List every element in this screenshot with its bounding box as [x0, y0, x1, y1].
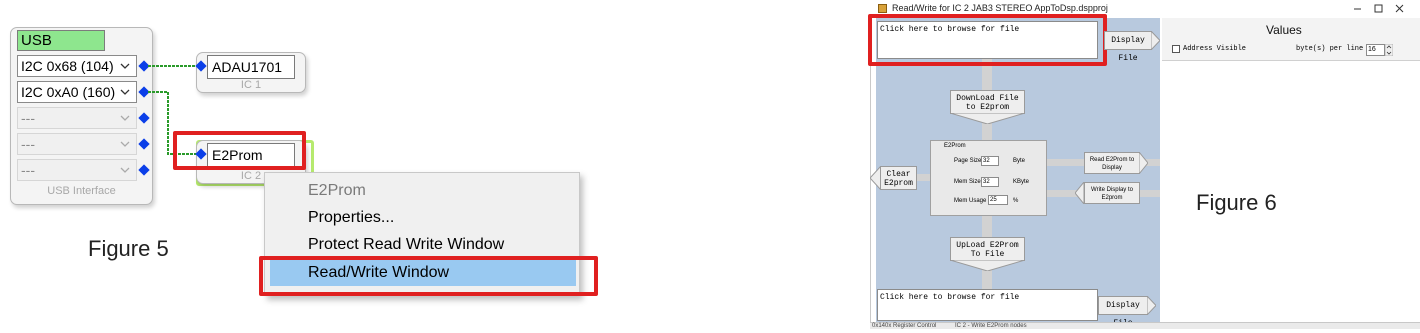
arrow-right-icon: [1139, 152, 1148, 174]
read-e2prom-to-display-button[interactable]: Read E2Prom to Display: [1084, 152, 1140, 174]
page-size-unit: Byte: [1013, 158, 1026, 164]
arrow-right-icon: [1151, 31, 1160, 50]
figure5-caption: Figure 5: [88, 236, 169, 261]
e2prom-group-title: E2Prom: [944, 143, 966, 149]
ic1-footer: IC 1: [240, 79, 262, 91]
figure6-caption: Figure 6: [1196, 190, 1277, 215]
context-menu-header: E2Prom: [308, 182, 366, 199]
mem-size-unit: KByte: [1013, 179, 1030, 185]
read-write-highlight-box: [259, 256, 598, 296]
write-display-to-e2prom-button[interactable]: Write Display to E2prom: [1084, 182, 1140, 204]
bottom-browse-file-field[interactable]: Click here to browse for file: [877, 289, 1098, 321]
address-visible-label: Address Visible: [1183, 45, 1247, 53]
app-icon: [878, 4, 887, 13]
bytes-per-line-input[interactable]: 16: [1366, 44, 1385, 56]
maximize-icon[interactable]: [1373, 3, 1384, 14]
mem-usage-unit: %: [1013, 198, 1019, 204]
flow-pipe-read: [1047, 159, 1087, 166]
ic1-name-field[interactable]: ADAU1701: [207, 55, 295, 79]
flow-pipe-clear: [917, 174, 931, 181]
mem-usage-label: Mem Usage: [954, 198, 987, 204]
top-display-file-button[interactable]: Display File: [1104, 31, 1152, 63]
mem-size-input[interactable]: 32: [981, 177, 999, 187]
close-icon[interactable]: [1394, 3, 1405, 14]
download-file-to-e2prom-button[interactable]: DownLoad File to E2prom: [950, 90, 1025, 114]
arrow-left-icon: [1075, 182, 1084, 204]
spin-updown-icon[interactable]: [1385, 44, 1393, 56]
upload-e2prom-to-file-button[interactable]: UpLoad E2Prom To File: [950, 237, 1025, 261]
ic2-highlight-box: [173, 131, 306, 170]
values-title: Values: [1266, 23, 1302, 37]
menu-item-properties[interactable]: Properties...: [308, 209, 394, 227]
values-panel[interactable]: [1162, 18, 1420, 322]
mem-size-label: Mem Size: [954, 179, 981, 185]
bytes-per-line-label: byte(s) per line: [1296, 45, 1364, 53]
flow-pipe-write-in: [1140, 190, 1160, 197]
arrow-down-icon: [950, 113, 1025, 124]
page-size-input[interactable]: 32: [981, 156, 999, 166]
arrow-right-icon: [1147, 296, 1156, 315]
mem-usage-input[interactable]: 25: [988, 195, 1008, 205]
address-visible-checkbox[interactable]: [1172, 45, 1180, 53]
page-size-label: Page Size: [954, 158, 982, 164]
browse-highlight-box: [868, 14, 1107, 66]
clear-e2prom-button[interactable]: Clear E2prom: [880, 166, 917, 190]
arrow-down-icon: [950, 260, 1025, 271]
bottom-display-file-button[interactable]: Display File: [1098, 296, 1148, 328]
status-bar: 0x140x Register Control IC 2 - Write E2P…: [870, 322, 1420, 329]
minimize-icon[interactable]: [1352, 3, 1363, 14]
menu-item-protect-read-write-window[interactable]: Protect Read Write Window: [308, 236, 504, 254]
